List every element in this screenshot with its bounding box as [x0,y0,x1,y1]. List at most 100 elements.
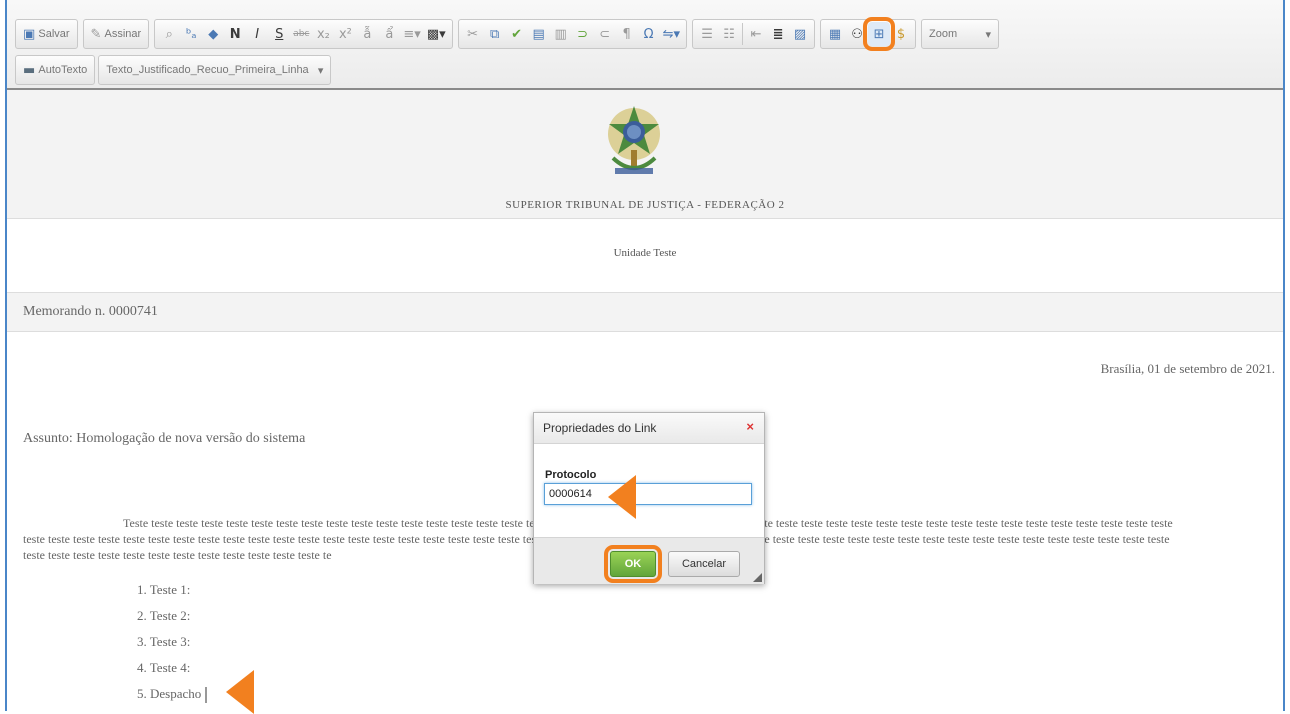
document-header: SUPERIOR TRIBUNAL DE JUSTIÇA - FEDERAÇÃO… [7,90,1283,219]
omega-icon: Ω [643,26,654,42]
italic-button[interactable]: I [246,22,268,46]
copy-button[interactable]: ⧉ [484,22,506,46]
paste-word-icon: ▥ [554,26,567,42]
cut-icon: ✂ [467,26,479,42]
replace-button[interactable]: ᵇₐ [180,22,202,46]
close-icon[interactable]: × [746,419,754,434]
ok-button[interactable]: OK [604,545,662,583]
zoom-dropdown[interactable]: Zoom ▾ [925,22,995,46]
find-button[interactable]: ⌕ [158,22,180,46]
document-body[interactable]: SUPERIOR TRIBUNAL DE JUSTIÇA - FEDERAÇÃO… [7,90,1283,711]
paste-word-button[interactable]: ▥ [550,22,572,46]
court-name: SUPERIOR TRIBUNAL DE JUSTIÇA - FEDERAÇÃO… [505,199,785,211]
align-button[interactable]: ≣ [767,22,789,46]
sign-button[interactable]: ✎ Assinar [87,22,146,46]
replace-icon: ᵇₐ [185,26,197,42]
autotext-button[interactable]: ▬ AutoTexto [19,58,91,82]
list-item-despacho: 5. Despacho [137,681,208,707]
document-subject: Assunto: Homologação de nova versão do s… [23,431,306,446]
binoculars-icon: ⚇ [851,26,863,42]
spellcheck-button[interactable]: ✔ [506,22,528,46]
link-properties-dialog: Propriedades do Link × Protocolo OK Canc… [533,412,765,584]
document-date: Brasília, 01 de setembro de 2021. [1100,361,1275,376]
dialog-titlebar[interactable]: Propriedades do Link × [534,413,764,444]
superscript-icon: x² [338,26,352,42]
chevron-down-icon: ▾ [317,64,324,77]
spacing-icon: ≡▾ [403,26,421,42]
bullet-list-icon: ☷ [723,26,735,42]
check-icon: ✔ [511,26,523,42]
bullet-list-button[interactable]: ☷ [718,22,740,46]
table-icon: ▦ [828,26,842,42]
paragraph-style-value: Texto_Justificado_Recuo_Primeira_Linha [106,64,309,76]
memo-number-bar: Memorando n. 0000741 [7,293,1283,332]
currency-button[interactable]: $ [890,22,912,46]
lowercase-button[interactable]: ẩ [378,22,400,46]
superscript-button[interactable]: x² [334,22,356,46]
annotation-arrow-despacho [226,670,254,714]
outdent-button[interactable]: ⇤ [745,22,767,46]
toolbar-group-autotext: ▬ AutoTexto [15,55,96,85]
paragraph-style-dropdown[interactable]: Texto_Justificado_Recuo_Primeira_Linha ▾ [102,58,327,82]
lowercase-icon: ẩ [385,26,394,42]
copy-icon: ⧉ [489,26,500,42]
cut-button[interactable]: ✂ [462,22,484,46]
toolbar-group-sign: ✎ Assinar [82,19,150,49]
color-button[interactable]: ▩▾ [424,22,449,46]
save-icon: ▣ [23,26,36,42]
toolbar-separator [742,23,744,45]
special-char-button[interactable]: Ω [638,22,660,46]
memo-number: Memorando n. 0000741 [23,304,158,319]
numbered-list-button[interactable]: ☰ [696,22,718,46]
italic-icon: I [255,26,260,42]
eraser-button[interactable]: ◆ [202,22,224,46]
search-doc-button[interactable]: ⚇ [846,22,868,46]
unit-section: Unidade Teste [7,219,1283,293]
annotation-arrow-protocol [608,475,636,519]
style-icon: ⇋▾ [662,26,681,42]
uppercase-button[interactable]: ẫ [356,22,378,46]
protocol-label: Protocolo [545,469,597,481]
image-button[interactable]: ▨ [789,22,811,46]
toolbar-row-1: ▣ Salvar ✎ Assinar ⌕ ᵇₐ ◆ N I S abc x₂ x… [15,17,1004,51]
unlink-icon: ⊂ [599,26,611,42]
color-icon: ▩▾ [426,26,446,42]
resize-handle[interactable] [753,573,762,582]
unlink-button[interactable]: ⊂ [594,22,616,46]
uppercase-icon: ẫ [363,26,372,42]
dialog-title: Propriedades do Link [543,421,657,435]
list-item-label: 5. Despacho [137,686,202,701]
editor-frame: ▣ Salvar ✎ Assinar ⌕ ᵇₐ ◆ N I S abc x₂ x… [5,0,1285,711]
save-button[interactable]: ▣ Salvar [19,22,74,46]
zoom-label: Zoom [929,28,958,40]
sign-label: Assinar [104,28,142,40]
link-button[interactable]: ⊃ [572,22,594,46]
paragraph-button[interactable]: ¶ [616,22,638,46]
speech-bubble-icon: ▬ [23,62,36,78]
protocol-input[interactable] [544,483,752,505]
style-button[interactable]: ⇋▾ [660,22,683,46]
cancel-button[interactable]: Cancelar [668,551,740,577]
subscript-button[interactable]: x₂ [312,22,334,46]
editor-toolbar: ▣ Salvar ✎ Assinar ⌕ ᵇₐ ◆ N I S abc x₂ x… [7,0,1283,90]
paste-icon: ▤ [532,26,545,42]
eraser-icon: ◆ [208,26,219,42]
toolbar-row-2: ▬ AutoTexto Texto_Justificado_Recuo_Prim… [15,55,336,85]
find-icon: ⌕ [165,26,173,42]
subscript-icon: x₂ [316,26,330,42]
table-button[interactable]: ▦ [824,22,846,46]
toolbar-group-insert: ▦ ⚇ ⊞ $ [820,17,917,51]
spacing-button[interactable]: ≡▾ [400,22,423,46]
image-icon: ▨ [793,26,807,42]
dollar-icon: $ [896,26,906,42]
toolbar-group-lists: ☰ ☷ ⇤ ≣ ▨ [692,19,816,49]
list-item: 3. Teste 3: [137,634,191,649]
insert-process-link-button[interactable]: ⊞ [863,17,896,51]
paste-button[interactable]: ▤ [528,22,550,46]
bold-button[interactable]: N [224,22,246,46]
toolbar-group-zoom: Zoom ▾ [921,19,1000,49]
underline-button[interactable]: S [268,22,290,46]
strikethrough-button[interactable]: abc [290,22,312,46]
paragraph-icon: ¶ [622,26,631,42]
toolbar-group-style: Texto_Justificado_Recuo_Primeira_Linha ▾ [98,55,332,85]
